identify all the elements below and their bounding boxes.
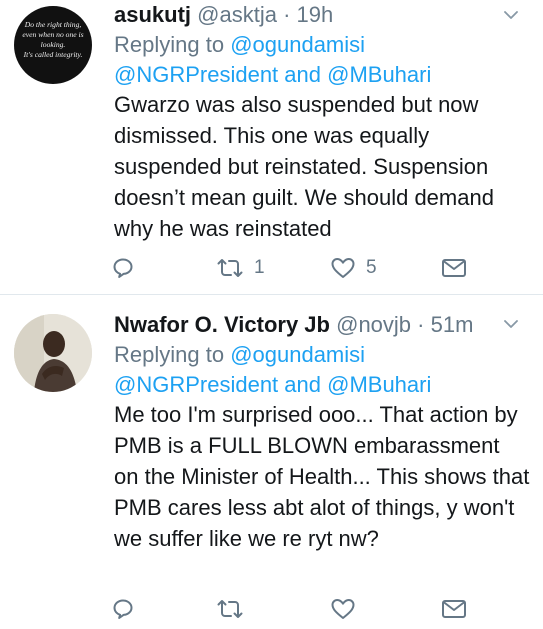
chevron-down-icon[interactable] [503, 7, 519, 23]
avatar-photo [14, 314, 92, 392]
mentions-line: @NGRPresident and @MBuhari [114, 370, 431, 400]
replying-to-label: Replying to [114, 342, 231, 367]
mention-link[interactable]: @MBuhari [327, 62, 431, 87]
tweet[interactable]: Nwafor O. Victory Jb @novjb · 51m Replyi… [0, 296, 543, 629]
display-name[interactable]: asukutj [114, 2, 191, 27]
reply-button[interactable] [111, 253, 135, 283]
like-button[interactable]: 5 [330, 253, 377, 283]
replying-to-line: Replying to @ogundamisi [114, 30, 365, 60]
reply-icon [111, 597, 135, 621]
envelope-icon [441, 598, 467, 620]
like-button[interactable] [330, 594, 366, 624]
user-handle[interactable]: @asktja [197, 2, 277, 27]
avatar-quote-text: Do the right thing, even when no one is … [22, 20, 84, 59]
heart-icon [330, 597, 356, 621]
mention-joiner: and [278, 62, 328, 87]
tweet-text: Gwarzo was also suspended but now dismis… [114, 92, 494, 241]
retweet-icon [216, 597, 244, 621]
mention-link[interactable]: @ogundamisi [230, 32, 365, 57]
replying-to-label: Replying to [114, 32, 231, 57]
chevron-down-icon[interactable] [503, 316, 519, 332]
envelope-icon [441, 257, 467, 279]
retweet-count: 1 [254, 257, 265, 278]
mention-joiner: and [278, 372, 328, 397]
user-handle[interactable]: @novjb [336, 312, 411, 337]
replying-to-line: Replying to @ogundamisi [114, 340, 365, 370]
reply-icon [111, 256, 135, 280]
separator-dot: · [276, 2, 297, 27]
retweet-button[interactable]: 1 [216, 253, 265, 283]
retweet-button[interactable] [216, 594, 254, 624]
display-name[interactable]: Nwafor O. Victory Jb [114, 312, 330, 337]
tweet[interactable]: Do the right thing, even when no one is … [0, 0, 543, 295]
timestamp[interactable]: 19h [297, 2, 334, 27]
direct-message-button[interactable] [441, 253, 467, 283]
timestamp[interactable]: 51m [431, 312, 474, 337]
tweet-actions [0, 594, 543, 624]
like-count: 5 [366, 257, 377, 278]
separator-dot: · [411, 312, 431, 337]
tweet-header: Nwafor O. Victory Jb @novjb · 51m [114, 310, 473, 340]
heart-icon [330, 256, 356, 280]
avatar[interactable] [14, 314, 92, 392]
retweet-icon [216, 256, 244, 280]
reply-button[interactable] [111, 594, 135, 624]
direct-message-button[interactable] [441, 594, 467, 624]
tweet-text: Me too I'm surprised ooo... That action … [114, 402, 530, 551]
tweet-actions: 1 5 [0, 253, 543, 283]
avatar[interactable]: Do the right thing, even when no one is … [14, 6, 92, 84]
tweet-header: asukutj @asktja · 19h [114, 0, 333, 30]
mentions-line: @NGRPresident and @MBuhari [114, 60, 431, 90]
mention-link[interactable]: @ogundamisi [230, 342, 365, 367]
mention-link[interactable]: @NGRPresident [114, 62, 278, 87]
mention-link[interactable]: @NGRPresident [114, 372, 278, 397]
mention-link[interactable]: @MBuhari [327, 372, 431, 397]
